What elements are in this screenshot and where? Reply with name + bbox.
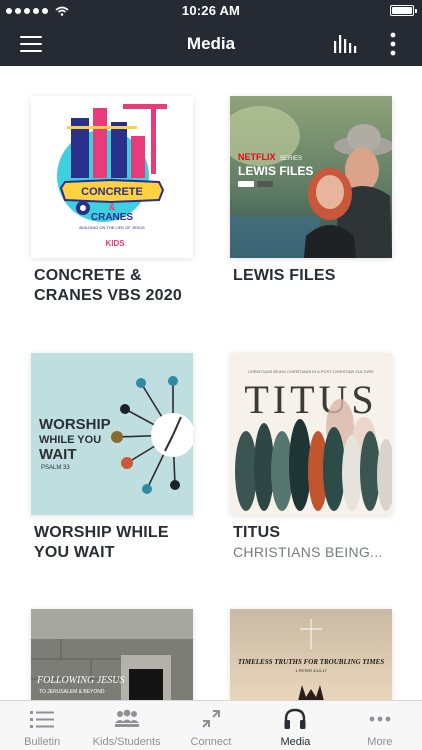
tab-label: Kids/Students xyxy=(92,736,161,748)
media-card-worship-while-you-wait[interactable]: WORSHIP WHILE YOU WAIT PSALM 33 WORSHIP … xyxy=(31,353,193,563)
media-thumbnail: CHRISTIANS BEING CHRISTIANS IN A POST CH… xyxy=(230,353,392,515)
media-card-titus[interactable]: CHRISTIANS BEING CHRISTIANS IN A POST CH… xyxy=(230,353,392,561)
art-text-wait: WAIT xyxy=(39,446,77,463)
art-text-netflix: NETFLIX xyxy=(238,152,276,162)
group-icon xyxy=(114,709,139,727)
media-card-title: CONCRETE & CRANES VBS 2020 xyxy=(34,267,182,304)
battery-icon xyxy=(390,5,417,16)
page-title: Media xyxy=(186,34,236,53)
tab-label: More xyxy=(367,736,393,748)
media-card-title: LEWIS FILES xyxy=(233,267,336,284)
tab-more[interactable]: More xyxy=(338,701,422,750)
status-bar: 10:26 AM xyxy=(0,0,422,22)
art-text-psalm: PSALM 33 xyxy=(41,465,70,471)
media-grid: CONCRETE & CRANES BUILDING ON THE LIFE O… xyxy=(0,66,422,700)
vertical-ellipsis-icon xyxy=(390,32,396,56)
arrows-icon xyxy=(202,710,221,728)
more-options-button[interactable] xyxy=(386,31,400,57)
tab-label: Connect xyxy=(190,736,232,748)
art-text-worship: WORSHIP xyxy=(39,416,111,433)
tab-label: Media xyxy=(280,736,311,748)
media-thumbnail: WORSHIP WHILE YOU WAIT PSALM 33 xyxy=(31,353,193,515)
tab-connect[interactable]: Connect xyxy=(169,701,253,750)
art-text-subtitle: TO JERUSALEM & BEYOND xyxy=(39,689,105,695)
art-caption: BUILDING ON THE LIFE OF JESUS xyxy=(79,225,145,230)
art-text-timeless-truths: TIMELESS TRUTHS FOR TROUBLING TIMES xyxy=(238,658,384,666)
art-text-following-jesus: FOLLOWING JESUS xyxy=(36,675,125,686)
media-card-lewis-files[interactable]: NETFLIX SERIES LEWIS FILES LEWIS FILES xyxy=(230,96,392,286)
art-text-amp: & xyxy=(109,202,116,212)
tab-kids-students[interactable]: Kids/Students xyxy=(84,701,168,750)
bottom-tab-bar: Bulletin Kids/Students Connect Media Mor… xyxy=(0,700,422,750)
media-thumbnail: FOLLOWING JESUS TO JERUSALEM & BEYOND xyxy=(31,609,193,700)
media-card-following-jesus[interactable]: FOLLOWING JESUS TO JERUSALEM & BEYOND xyxy=(31,609,193,700)
media-card-concrete-cranes[interactable]: CONCRETE & CRANES BUILDING ON THE LIFE O… xyxy=(31,96,193,306)
art-text-titus: TITUS xyxy=(244,377,377,422)
art-brand: KIDS xyxy=(105,239,125,248)
ellipsis-icon xyxy=(369,716,391,722)
audio-bars-button[interactable] xyxy=(332,31,358,57)
media-thumbnail: NETFLIX SERIES LEWIS FILES xyxy=(230,96,392,258)
art-text-title: CONCRETE xyxy=(81,186,143,198)
media-card-title: WORSHIP WHILE YOU WAIT xyxy=(34,524,169,561)
app-header: Media xyxy=(0,22,422,66)
media-card-timeless-truths[interactable]: TIMELESS TRUTHS FOR TROUBLING TIMES 1 PE… xyxy=(230,609,392,700)
media-card-title: TITUS xyxy=(233,524,281,541)
tab-bulletin[interactable]: Bulletin xyxy=(0,701,84,750)
tab-label: Bulletin xyxy=(24,736,61,748)
art-text-series: SERIES xyxy=(280,156,302,162)
media-thumbnail: CONCRETE & CRANES BUILDING ON THE LIFE O… xyxy=(31,96,193,258)
art-text-tagline: CHRISTIANS BEING CHRISTIANS IN A POST CH… xyxy=(248,369,374,374)
tab-media[interactable]: Media xyxy=(253,701,337,750)
list-icon xyxy=(30,711,55,728)
art-text-cranes: CRANES xyxy=(91,212,134,223)
headphones-icon xyxy=(284,708,306,729)
media-card-subtitle: CHRISTIANS BEING... xyxy=(233,544,383,560)
art-text-reference: 1 PETER 3:13-17 xyxy=(295,668,327,673)
status-time: 10:26 AM xyxy=(181,3,241,18)
art-text-lewis-files: LEWIS FILES xyxy=(238,164,313,178)
art-text-while-you: WHILE YOU xyxy=(39,434,101,446)
media-thumbnail: TIMELESS TRUTHS FOR TROUBLING TIMES 1 PE… xyxy=(230,609,392,700)
audio-bars-icon xyxy=(334,35,357,53)
